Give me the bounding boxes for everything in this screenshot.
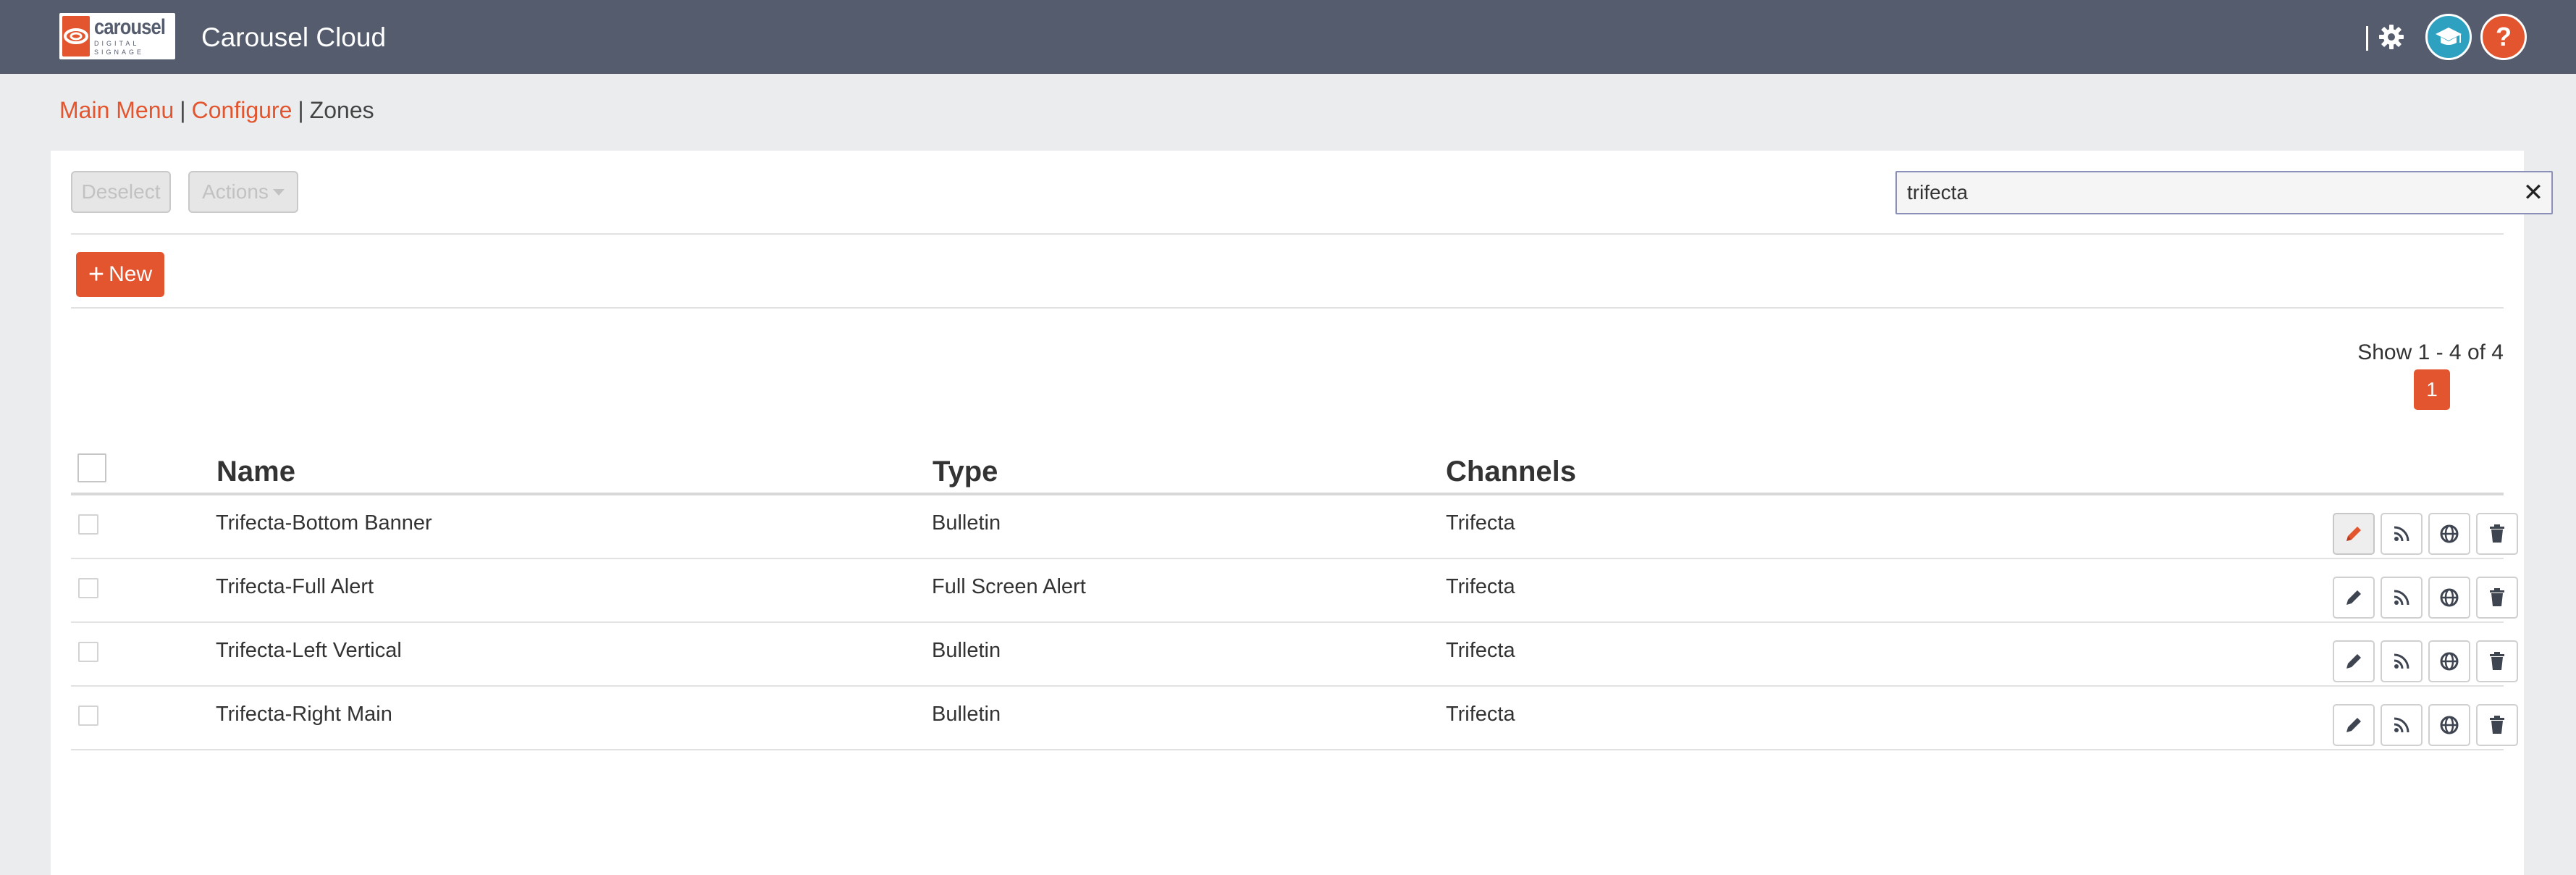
pencil-icon[interactable] xyxy=(2333,513,2375,555)
globe-icon[interactable] xyxy=(2428,704,2470,746)
globe-icon[interactable] xyxy=(2428,640,2470,682)
new-button-label: New xyxy=(109,262,153,286)
rss-icon[interactable] xyxy=(2381,577,2423,619)
close-icon[interactable]: ✕ xyxy=(2515,172,2551,213)
divider xyxy=(71,233,2504,235)
row-checkbox[interactable] xyxy=(78,642,98,662)
zone-name: Trifecta-Full Alert xyxy=(216,575,374,598)
search-box: ✕ xyxy=(1895,171,2553,214)
search-input[interactable] xyxy=(1897,172,2515,213)
zone-type: Bulletin xyxy=(932,703,1001,726)
rss-icon[interactable] xyxy=(2381,513,2423,555)
logo-tagline: DIGITAL SIGNAGE xyxy=(94,40,145,56)
row-checkbox[interactable] xyxy=(78,706,98,726)
gear-icon[interactable] xyxy=(2375,20,2408,54)
breadcrumb-current: Zones xyxy=(309,97,374,123)
row-checkbox[interactable] xyxy=(78,578,98,598)
select-all-checkbox[interactable] xyxy=(77,453,106,482)
trash-icon[interactable] xyxy=(2476,513,2518,555)
pencil-icon[interactable] xyxy=(2333,704,2375,746)
zone-channels: Trifecta xyxy=(1446,575,1515,598)
actions-label: Actions xyxy=(202,180,269,203)
row-divider xyxy=(71,749,2504,750)
carousel-logo[interactable]: carousel DIGITAL SIGNAGE xyxy=(59,13,175,59)
zone-channels: Trifecta xyxy=(1446,511,1515,535)
zone-type: Bulletin xyxy=(932,639,1001,662)
new-zone-button[interactable]: + New xyxy=(76,252,164,297)
help-icon[interactable]: ? xyxy=(2480,14,2527,60)
globe-icon[interactable] xyxy=(2428,513,2470,555)
trash-icon[interactable] xyxy=(2476,704,2518,746)
zone-type: Bulletin xyxy=(932,511,1001,535)
breadcrumb: Main Menu | Configure | Zones xyxy=(59,94,374,126)
table-row: Trifecta-Right Main Bulletin Trifecta xyxy=(71,687,2518,750)
graduation-cap-icon[interactable] xyxy=(2425,14,2472,60)
page-1-button[interactable]: 1 xyxy=(2414,369,2450,410)
breadcrumb-configure[interactable]: Configure xyxy=(192,97,292,123)
actions-dropdown[interactable]: Actions xyxy=(188,171,298,213)
column-header-type[interactable]: Type xyxy=(933,453,998,490)
trash-icon[interactable] xyxy=(2476,577,2518,619)
pencil-icon[interactable] xyxy=(2333,577,2375,619)
logo-wordmark: carousel xyxy=(94,15,166,39)
zone-name: Trifecta-Bottom Banner xyxy=(216,511,432,535)
rss-icon[interactable] xyxy=(2381,640,2423,682)
rss-icon[interactable] xyxy=(2381,704,2423,746)
deselect-button[interactable]: Deselect xyxy=(71,171,171,213)
app-title: Carousel Cloud xyxy=(201,22,387,52)
trash-icon[interactable] xyxy=(2476,640,2518,682)
breadcrumb-separator: | xyxy=(180,97,186,123)
zone-name: Trifecta-Right Main xyxy=(216,703,392,726)
zone-channels: Trifecta xyxy=(1446,639,1515,662)
globe-icon[interactable] xyxy=(2428,577,2470,619)
header-divider xyxy=(2366,26,2368,51)
zone-type: Full Screen Alert xyxy=(932,575,1086,598)
table-row: Trifecta-Left Vertical Bulletin Trifecta xyxy=(71,623,2518,687)
table-row: Trifecta-Full Alert Full Screen Alert Tr… xyxy=(71,559,2518,623)
column-header-channels[interactable]: Channels xyxy=(1446,453,1576,490)
zone-name: Trifecta-Left Vertical xyxy=(216,639,402,662)
breadcrumb-main-menu[interactable]: Main Menu xyxy=(59,97,174,123)
breadcrumb-separator: | xyxy=(298,97,304,123)
plus-icon: + xyxy=(88,259,105,290)
row-checkbox[interactable] xyxy=(78,514,98,535)
table-row: Trifecta-Bottom Banner Bulletin Trifecta xyxy=(71,495,2518,559)
zone-channels: Trifecta xyxy=(1446,703,1515,726)
carousel-logo-icon xyxy=(62,16,90,56)
pagination-summary: Show 1 - 4 of 4 xyxy=(2357,340,2504,364)
top-navigation-bar: carousel DIGITAL SIGNAGE Carousel Cloud xyxy=(0,0,2576,74)
caret-down-icon xyxy=(272,188,285,196)
pencil-icon[interactable] xyxy=(2333,640,2375,682)
divider xyxy=(71,307,2504,309)
column-header-name[interactable]: Name xyxy=(216,453,295,490)
zones-panel: Deselect Actions ✕ + New Show 1 - 4 of 4… xyxy=(51,151,2553,875)
